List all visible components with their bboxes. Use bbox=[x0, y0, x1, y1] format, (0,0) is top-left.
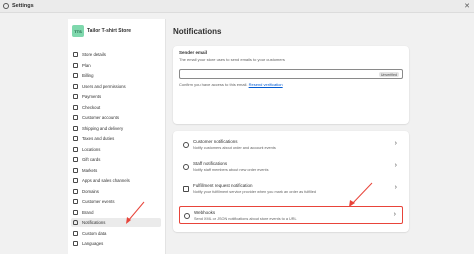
row-title: Customer notifications bbox=[193, 139, 238, 144]
resend-verification-link[interactable]: Resend verification bbox=[249, 82, 283, 87]
sidebar-item-markets[interactable]: Markets bbox=[71, 166, 161, 175]
sidebar-item-apps[interactable]: Apps and sales channels bbox=[71, 176, 161, 185]
sidebar-item-label: Apps and sales channels bbox=[82, 178, 130, 183]
row-description: Send XML or JSON notifications about sto… bbox=[194, 216, 297, 221]
store-icon bbox=[73, 52, 78, 57]
sidebar-item-label: Brand bbox=[82, 209, 94, 215]
sidebar-item-domains[interactable]: Domains bbox=[71, 187, 161, 196]
brand-icon bbox=[73, 209, 78, 215]
customer-notifications-row[interactable]: Customer notifications Notify customers … bbox=[179, 136, 403, 154]
sidebar-item-custom-data[interactable]: Custom data bbox=[71, 229, 161, 238]
chevron-right-icon: › bbox=[394, 184, 397, 191]
domains-icon bbox=[73, 188, 78, 194]
status-badge: Unverified bbox=[378, 72, 399, 77]
sidebar-item-label: Locations bbox=[82, 146, 101, 152]
gift-card-icon bbox=[73, 157, 78, 162]
sidebar-item-label: Custom data bbox=[82, 230, 107, 236]
row-title: Webhooks bbox=[194, 210, 216, 215]
row-description: Notify customers about order and account… bbox=[193, 145, 276, 150]
sidebar-item-store-details[interactable]: Store details bbox=[71, 50, 161, 59]
sidebar-item-languages[interactable]: Languages bbox=[71, 239, 161, 248]
sidebar-item-label: Payments bbox=[82, 94, 102, 99]
row-title: Fulfillment request notification bbox=[193, 183, 253, 188]
sidebar-item-checkout[interactable]: Checkout bbox=[71, 103, 161, 112]
annotation-arrow-webhooks bbox=[349, 182, 373, 207]
sidebar-item-label: Markets bbox=[82, 167, 98, 173]
close-icon[interactable]: ✕ bbox=[464, 2, 470, 11]
staff-icon bbox=[183, 164, 189, 170]
sidebar-item-gift-cards[interactable]: Gift cards bbox=[71, 155, 161, 164]
custom-data-icon bbox=[73, 230, 78, 236]
gear-icon bbox=[3, 3, 9, 9]
row-description: Notify staff members about new order eve… bbox=[193, 167, 269, 172]
window-titlebar: Settings ✕ bbox=[0, 0, 474, 13]
store-name: Tailor T-shirt Store bbox=[87, 28, 132, 34]
checkout-icon bbox=[73, 104, 78, 110]
shipping-icon bbox=[73, 125, 78, 131]
sidebar-item-plan[interactable]: Plan bbox=[71, 61, 161, 70]
fulfillment-icon bbox=[183, 186, 189, 192]
sidebar-item-label: Customer accounts bbox=[82, 115, 120, 120]
sender-email-hint: Confirm you have access to this email. R… bbox=[179, 82, 283, 87]
sidebar-item-label: Languages bbox=[82, 241, 104, 246]
sidebar-item-label: Domains bbox=[82, 188, 99, 194]
store-avatar: TTS bbox=[72, 25, 84, 37]
store-switcher[interactable]: TTS Tailor T-shirt Store bbox=[72, 25, 131, 37]
sidebar-item-label: Users and permissions bbox=[82, 83, 126, 89]
sidebar-item-taxes[interactable]: Taxes and duties bbox=[71, 134, 161, 143]
chevron-right-icon: › bbox=[394, 140, 397, 147]
sidebar-item-label: Plan bbox=[82, 62, 91, 68]
settings-sidebar: TTS Tailor T-shirt Store Store details P… bbox=[68, 19, 166, 254]
row-title: Staff notifications bbox=[193, 161, 228, 166]
bell-icon bbox=[73, 220, 78, 225]
sidebar-item-label: Shipping and delivery bbox=[82, 125, 124, 131]
payments-icon bbox=[73, 94, 78, 99]
sender-email-card: Sender email The email your store uses t… bbox=[173, 46, 409, 124]
sidebar-item-customer-accounts[interactable]: Customer accounts bbox=[71, 113, 161, 122]
annotation-arrow-sidebar bbox=[126, 201, 145, 224]
sidebar-item-label: Store details bbox=[82, 52, 106, 57]
sender-email-input[interactable]: Unverified bbox=[179, 69, 403, 79]
customer-accounts-icon bbox=[73, 115, 78, 120]
customer-icon bbox=[183, 142, 189, 148]
sidebar-item-label: Billing bbox=[82, 73, 94, 78]
staff-notifications-row[interactable]: Staff notifications Notify staff members… bbox=[179, 158, 403, 176]
sidebar-item-label: Notifications bbox=[82, 220, 106, 225]
users-icon bbox=[73, 83, 78, 89]
hint-text: Confirm you have access to this email. bbox=[179, 82, 248, 87]
location-icon bbox=[73, 146, 78, 152]
sidebar-item-shipping[interactable]: Shipping and delivery bbox=[71, 124, 161, 133]
markets-icon bbox=[73, 167, 78, 173]
sidebar-item-users[interactable]: Users and permissions bbox=[71, 82, 161, 91]
taxes-icon bbox=[73, 136, 78, 141]
webhook-icon bbox=[184, 213, 190, 219]
sidebar-item-billing[interactable]: Billing bbox=[71, 71, 161, 80]
sidebar-item-locations[interactable]: Locations bbox=[71, 145, 161, 154]
customer-events-icon bbox=[73, 199, 78, 204]
chevron-right-icon: › bbox=[393, 211, 396, 218]
chevron-right-icon: › bbox=[394, 162, 397, 169]
row-description: Notify your fulfillment service provider… bbox=[193, 189, 317, 194]
sidebar-item-label: Customer events bbox=[82, 199, 115, 204]
sidebar-item-payments[interactable]: Payments bbox=[71, 92, 161, 101]
sender-email-description: The email your store uses to send emails… bbox=[179, 57, 285, 62]
window-title: Settings bbox=[12, 3, 34, 9]
sidebar-item-label: Gift cards bbox=[82, 157, 101, 162]
sender-email-label: Sender email bbox=[179, 50, 208, 55]
page-title: Notifications bbox=[173, 27, 222, 36]
languages-icon bbox=[73, 241, 78, 246]
sidebar-item-label: Taxes and duties bbox=[82, 136, 115, 141]
apps-icon bbox=[73, 178, 78, 183]
sidebar-item-label: Checkout bbox=[82, 104, 101, 110]
billing-icon bbox=[73, 73, 78, 78]
plan-icon bbox=[73, 62, 78, 68]
